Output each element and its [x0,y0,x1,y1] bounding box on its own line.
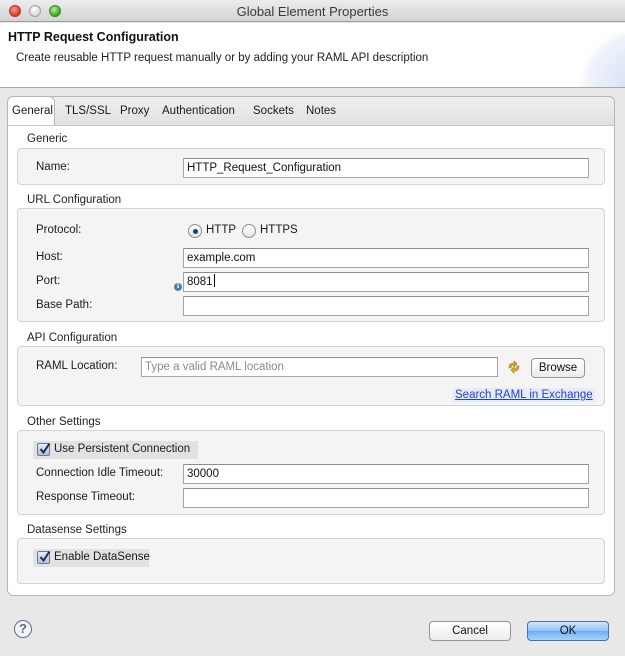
text-caret [213,274,215,287]
tab-authentication[interactable]: Authentication [158,97,239,127]
port-input[interactable]: 8081 [183,272,589,292]
tab-sockets[interactable]: Sockets [249,97,298,127]
connection-idle-timeout-input[interactable]: 30000 [183,464,589,484]
checkmark-icon [39,550,51,563]
help-icon[interactable]: ? [14,620,32,638]
port-label: Port: [36,275,61,287]
base-path-label: Base Path: [36,299,93,311]
search-raml-in-exchange-link[interactable]: Search RAML in Exchange [453,388,595,402]
checkmark-icon [39,442,51,455]
tab-general[interactable]: General [7,96,55,127]
tab-tls-ssl[interactable]: TLS/SSL [61,97,115,127]
use-persistent-connection-checkbox[interactable] [37,442,51,456]
refresh-icon[interactable] [506,359,522,375]
info-icon[interactable]: i [174,283,182,291]
cancel-button[interactable]: Cancel [429,621,511,641]
response-timeout-label: Response Timeout: [36,491,136,503]
tab-proxy[interactable]: Proxy [116,97,153,127]
raml-location-input[interactable]: Type a valid RAML location [141,357,498,377]
section-label-url-configuration: URL Configuration [27,194,122,206]
protocol-http-radio[interactable] [188,224,202,238]
section-label-api-configuration: API Configuration [27,332,118,344]
section-label-other-settings: Other Settings [27,416,101,428]
host-label: Host: [36,251,63,263]
browse-button[interactable]: Browse [531,358,585,378]
use-persistent-connection-label[interactable]: Use Persistent Connection [54,443,190,455]
connection-idle-timeout-label: Connection Idle Timeout: [36,467,164,479]
section-label-datasense-settings: Datasense Settings [27,524,127,536]
enable-datasense-label[interactable]: Enable DataSense [54,551,150,563]
section-label-generic: Generic [27,133,68,145]
protocol-label: Protocol: [36,224,82,236]
protocol-http-label[interactable]: HTTP [206,224,236,236]
enable-datasense-row[interactable]: Enable DataSense [33,549,150,567]
window-title: Global Element Properties [236,4,389,19]
base-path-input[interactable] [183,296,589,316]
name-input[interactable]: HTTP_Request_Configuration [183,158,589,178]
tab-bar: General TLS/SSL Proxy Authentication Soc… [7,96,615,127]
ok-button[interactable]: OK [527,621,609,641]
dialog-header: HTTP Request Configuration Create reusab… [0,23,625,88]
header-decoration [575,33,625,87]
port-value: 8081 [187,276,213,288]
host-input[interactable]: example.com [183,248,589,268]
use-persistent-connection-row[interactable]: Use Persistent Connection [33,441,198,459]
raml-location-label: RAML Location: [36,360,118,372]
response-timeout-input[interactable] [183,488,589,508]
title-bar: Global Element Properties [0,0,625,22]
protocol-https-label[interactable]: HTTPS [260,224,298,236]
tab-notes[interactable]: Notes [302,97,340,127]
enable-datasense-checkbox[interactable] [37,550,51,564]
name-label: Name: [36,161,70,173]
dialog-description: Create reusable HTTP request manually or… [16,52,429,64]
protocol-https-radio[interactable] [242,224,256,238]
dialog-title: HTTP Request Configuration [8,30,179,44]
